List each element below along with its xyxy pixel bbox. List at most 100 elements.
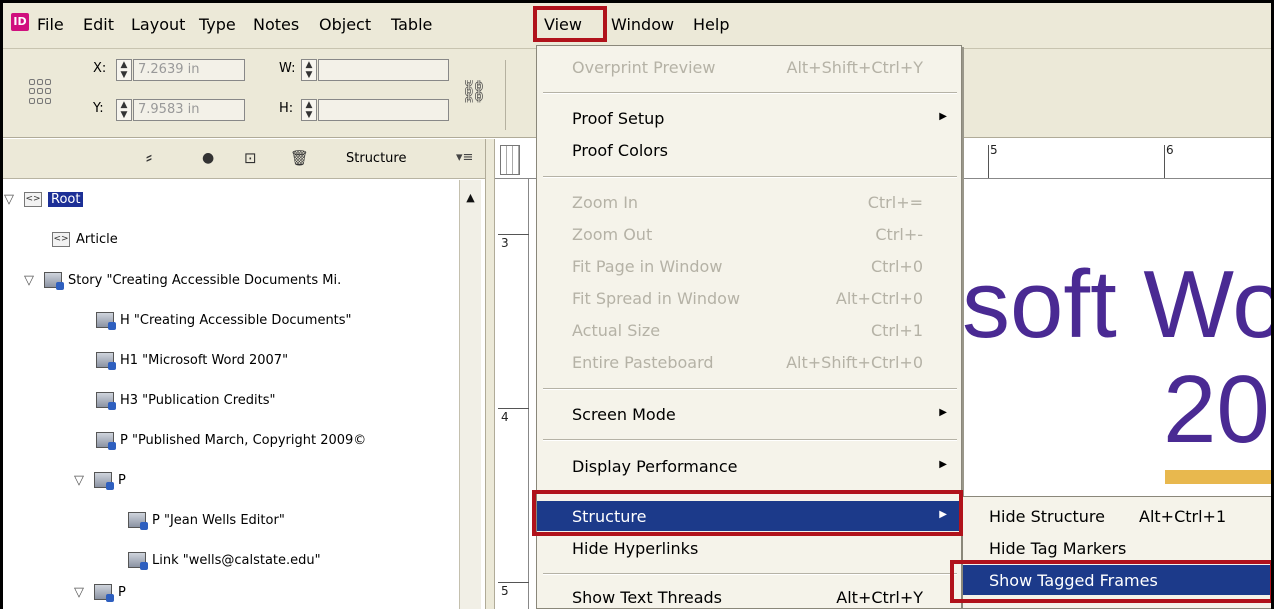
scroll-up-arrow-icon[interactable]: ▲: [460, 188, 481, 208]
document-title-line1: soft Wo: [962, 251, 1274, 358]
control-divider: [505, 60, 506, 130]
text-frame-icon: [94, 584, 114, 602]
w-label: W:: [279, 61, 296, 76]
tree-item-label: Article: [76, 232, 118, 247]
constrain-proportions-icon[interactable]: ⛓: [460, 80, 488, 105]
ruler-tick: [498, 582, 529, 583]
structure-panel-title: Structure: [346, 151, 407, 166]
tree-item-label: P: [118, 472, 126, 488]
menu-item-display-performance[interactable]: Display Performance ▶: [537, 451, 961, 481]
xml-tag-icon: <>: [52, 232, 70, 247]
tree-item-h3[interactable]: H3 "Publication Credits": [96, 392, 276, 410]
menu-item-fit-spread[interactable]: Fit Spread in Window Alt+Ctrl+0: [537, 283, 961, 313]
control-panel-right: [960, 49, 1271, 138]
tree-item-label: Story "Creating Accessible Documents Mi.: [68, 272, 342, 288]
tree-item-label: Link "wells@calstate.edu": [152, 552, 321, 568]
structure-menu-callout: [532, 490, 963, 536]
menu-item-zoom-in[interactable]: Zoom In Ctrl+=: [537, 187, 961, 217]
ruler-tick: [988, 145, 989, 178]
ruler-origin[interactable]: [500, 145, 520, 175]
tree-item-article[interactable]: <> Article: [52, 232, 118, 247]
ruler-tick: [498, 234, 529, 235]
add-attribute-icon[interactable]: ⸗: [146, 147, 152, 168]
text-frame-icon: [96, 312, 116, 330]
menu-separator: [543, 92, 957, 94]
menu-item-entire-pasteboard[interactable]: Entire Pasteboard Alt+Shift+Ctrl+0: [537, 347, 961, 377]
menu-type[interactable]: Type: [199, 15, 236, 34]
ruler-number: 5: [990, 143, 998, 157]
story-frame-icon: [44, 272, 64, 290]
tree-item-label: H3 "Publication Credits": [120, 392, 276, 408]
tree-scrollbar[interactable]: ▲: [459, 180, 481, 609]
tree-item-story[interactable]: ▽ Story "Creating Accessible Documents M…: [24, 272, 342, 290]
menu-item-show-text-threads[interactable]: Show Text Threads Alt+Ctrl+Y: [537, 582, 961, 609]
menu-item-hide-hyperlinks[interactable]: Hide Hyperlinks: [537, 533, 961, 563]
tree-item-root[interactable]: ▽ <> Root: [4, 192, 84, 207]
tree-item-link[interactable]: Link "wells@calstate.edu": [128, 552, 321, 570]
menu-file[interactable]: File: [37, 15, 64, 34]
reference-point-icon[interactable]: [29, 79, 51, 105]
w-field[interactable]: [318, 59, 449, 81]
expand-triangle-icon[interactable]: ▽: [74, 585, 88, 600]
menu-notes[interactable]: Notes: [253, 15, 299, 34]
text-frame-icon: [94, 472, 114, 490]
text-frame-icon: [96, 392, 116, 410]
menu-separator: [543, 388, 957, 390]
menu-help[interactable]: Help: [693, 15, 729, 34]
menu-separator: [543, 573, 957, 575]
h-label: H:: [279, 101, 294, 116]
expand-triangle-icon[interactable]: ▽: [74, 473, 88, 488]
menu-edit[interactable]: Edit: [83, 15, 114, 34]
tree-item-p-published[interactable]: P "Published March, Copyright 2009©: [96, 432, 367, 450]
panel-menu-icon[interactable]: ▾≡: [456, 150, 473, 165]
tree-item-h1[interactable]: H1 "Microsoft Word 2007": [96, 352, 288, 370]
menu-item-overprint-preview[interactable]: Overprint Preview Alt+Shift+Ctrl+Y: [537, 52, 961, 82]
menu-item-fit-page[interactable]: Fit Page in Window Ctrl+0: [537, 251, 961, 281]
x-spinner[interactable]: ▲ ▼: [116, 59, 132, 81]
y-spinner[interactable]: ▲ ▼: [116, 99, 132, 121]
menu-separator: [543, 439, 957, 441]
tree-item-label: P "Jean Wells Editor": [152, 512, 285, 528]
show-attributes-icon[interactable]: ●: [202, 150, 214, 166]
ruler-number: 6: [1166, 143, 1174, 157]
submenu-arrow-icon: ▶: [939, 407, 947, 418]
ruler-tick: [1164, 145, 1165, 178]
tree-item-p-editor[interactable]: P "Jean Wells Editor": [128, 512, 285, 530]
tree-item-label: P "Published March, Copyright 2009©: [120, 432, 367, 448]
menu-layout[interactable]: Layout: [131, 15, 185, 34]
w-spinner[interactable]: ▲ ▼: [301, 59, 317, 81]
menu-item-actual-size[interactable]: Actual Size Ctrl+1: [537, 315, 961, 345]
delete-element-icon[interactable]: 🗑: [290, 149, 309, 167]
panel-divider[interactable]: [485, 139, 495, 609]
x-field[interactable]: 7.2639 in: [133, 59, 245, 81]
xml-tag-icon: <>: [24, 192, 42, 207]
y-field[interactable]: 7.9583 in: [133, 99, 245, 121]
menu-item-hide-structure[interactable]: Hide Structure Alt+Ctrl+1: [963, 501, 1273, 531]
tree-item-p-group[interactable]: ▽ P: [74, 472, 126, 490]
new-element-icon[interactable]: ⊡: [244, 149, 257, 167]
ruler-number: 4: [501, 410, 509, 424]
indesign-app-icon[interactable]: ID: [11, 13, 29, 31]
tree-item-p-last[interactable]: ▽ P: [74, 584, 126, 602]
menu-window[interactable]: Window: [611, 15, 674, 34]
text-frame-icon: [96, 352, 116, 370]
document-gold-rule: [1165, 470, 1271, 484]
expand-triangle-icon[interactable]: ▽: [24, 273, 38, 288]
control-panel: X: ▲ ▼ 7.2639 in Y: ▲ ▼ 7.9583 in W: ▲ ▼ H:…: [3, 49, 536, 138]
h-spinner[interactable]: ▲ ▼: [301, 99, 317, 121]
menu-item-hide-tag-markers[interactable]: Hide Tag Markers: [963, 533, 1273, 563]
view-menu-callout: [533, 6, 607, 42]
h-field[interactable]: [318, 99, 449, 121]
menu-object[interactable]: Object: [319, 15, 371, 34]
menu-item-proof-setup[interactable]: Proof Setup ▶: [537, 103, 961, 133]
ruler-number: 5: [501, 584, 509, 598]
tree-item-h[interactable]: H "Creating Accessible Documents": [96, 312, 352, 330]
menu-table[interactable]: Table: [391, 15, 432, 34]
menu-item-zoom-out[interactable]: Zoom Out Ctrl+-: [537, 219, 961, 249]
show-tagged-frames-callout: [950, 560, 1274, 603]
expand-triangle-icon[interactable]: ▽: [4, 192, 18, 207]
submenu-arrow-icon: ▶: [939, 459, 947, 470]
submenu-arrow-icon: ▶: [939, 111, 947, 122]
menu-item-proof-colors[interactable]: Proof Colors: [537, 135, 961, 165]
menu-item-screen-mode[interactable]: Screen Mode ▶: [537, 399, 961, 429]
